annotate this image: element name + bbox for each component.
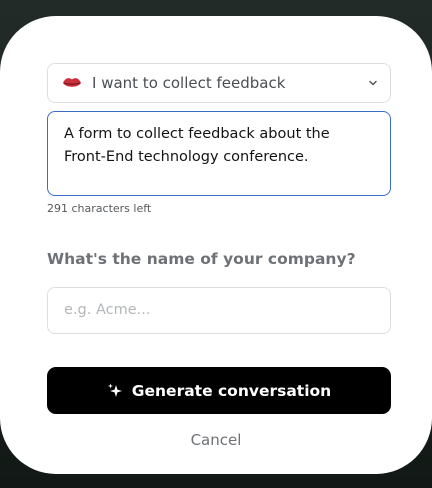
lips-icon	[63, 78, 81, 87]
chevron-down-icon	[369, 80, 377, 86]
company-question-label: What's the name of your company?	[47, 250, 356, 268]
create-form-dialog: I want to collect feedback A form to col…	[0, 16, 432, 474]
characters-left-counter: 291 characters left	[47, 202, 152, 215]
goal-select[interactable]: I want to collect feedback	[47, 63, 391, 103]
generate-conversation-label: Generate conversation	[131, 381, 332, 400]
company-name-placeholder: e.g. Acme...	[64, 302, 151, 318]
company-name-input[interactable]: e.g. Acme...	[47, 287, 391, 334]
description-textarea[interactable]: A form to collect feedback about the Fro…	[47, 111, 391, 196]
sparkle-icon	[107, 383, 122, 397]
generate-conversation-button[interactable]: Generate conversation	[47, 367, 391, 414]
cancel-button[interactable]: Cancel	[0, 431, 432, 449]
goal-select-value: I want to collect feedback	[92, 74, 286, 92]
